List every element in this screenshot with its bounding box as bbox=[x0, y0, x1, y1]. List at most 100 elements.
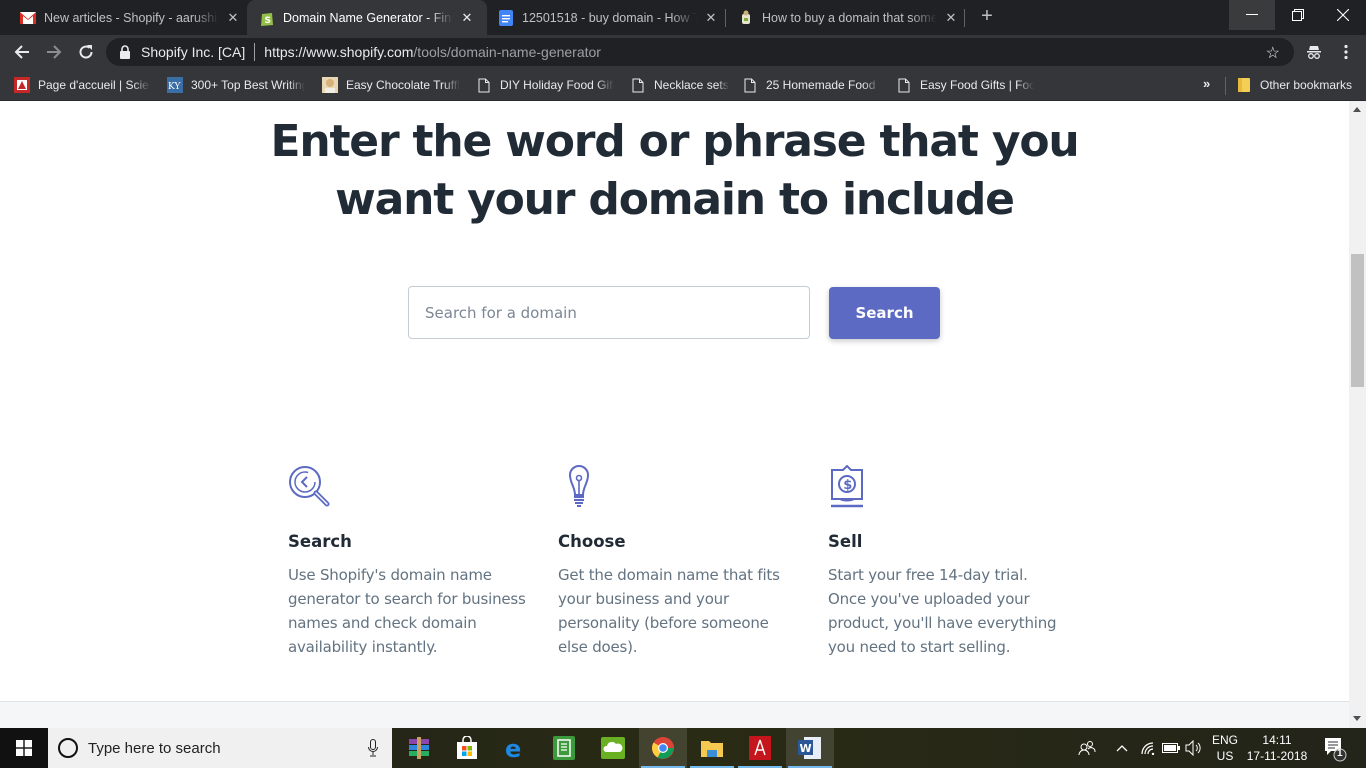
headline-line-1: Enter the word or phrase that you bbox=[270, 116, 1079, 167]
search-button[interactable]: Search bbox=[829, 287, 940, 339]
close-tab-icon[interactable]: ✕ bbox=[703, 10, 719, 26]
url-path: /tools/domain-name-generator bbox=[413, 44, 601, 60]
bookmark-item[interactable]: Easy Food Gifts | Food bbox=[896, 76, 1034, 94]
ky-icon: KY bbox=[167, 77, 183, 93]
svg-text:W: W bbox=[800, 742, 812, 755]
address-bar[interactable]: Shopify Inc. [CA] https://www.shopify.co… bbox=[106, 38, 1294, 66]
taskbar-chrome[interactable] bbox=[639, 728, 687, 768]
headline-line-2: want your domain to include bbox=[335, 174, 1015, 225]
menu-button[interactable] bbox=[1333, 39, 1359, 65]
bookmark-item[interactable]: Necklace sets bbox=[630, 76, 729, 94]
site-identity[interactable]: Shopify Inc. [CA] bbox=[141, 44, 245, 60]
scroll-up-arrow-icon[interactable] bbox=[1353, 107, 1361, 112]
battery-button[interactable] bbox=[1160, 728, 1182, 768]
taskbar-word[interactable]: W bbox=[786, 728, 834, 768]
minimize-icon bbox=[1246, 14, 1258, 15]
page-scrollbar[interactable] bbox=[1349, 101, 1366, 728]
next-section-band bbox=[0, 701, 1349, 728]
minimize-button[interactable] bbox=[1229, 0, 1275, 30]
tab-separator bbox=[725, 9, 726, 27]
bookmark-item[interactable]: DIY Holiday Food Gift bbox=[476, 76, 614, 94]
feature-search: Search Use Shopify's domain name generat… bbox=[288, 465, 528, 659]
feature-title: Search bbox=[288, 532, 352, 551]
bookmark-star-icon[interactable]: ☆ bbox=[1266, 43, 1280, 63]
domain-search-input[interactable] bbox=[408, 286, 810, 339]
clock-time: 14:11 bbox=[1262, 733, 1292, 747]
tab-how-to-buy-domain[interactable]: How to buy a domain that someone ✕ bbox=[728, 0, 968, 35]
folder-icon bbox=[1236, 77, 1252, 93]
network-button[interactable] bbox=[1138, 728, 1158, 768]
taskbar-microsoft-store[interactable] bbox=[443, 728, 491, 768]
page-icon bbox=[742, 77, 758, 93]
tab-title: New articles - Shopify - aarushi.w bbox=[44, 10, 219, 25]
volume-button[interactable] bbox=[1183, 728, 1205, 768]
close-icon bbox=[1337, 9, 1349, 21]
page-icon bbox=[476, 77, 492, 93]
close-tab-icon[interactable]: ✕ bbox=[943, 10, 959, 26]
bookmark-item[interactable]: KY 300+ Top Best Writing bbox=[167, 76, 305, 94]
tab-gmail[interactable]: New articles - Shopify - aarushi.w ✕ bbox=[0, 0, 246, 35]
bookmarks-overflow-button[interactable]: » bbox=[1203, 76, 1210, 91]
close-tab-icon[interactable]: ✕ bbox=[225, 10, 241, 26]
scroll-thumb[interactable] bbox=[1351, 254, 1364, 387]
chrome-icon bbox=[652, 737, 674, 759]
start-button[interactable] bbox=[0, 728, 48, 768]
people-button[interactable] bbox=[1075, 728, 1099, 768]
language-indicator[interactable]: ENG US bbox=[1210, 732, 1240, 764]
taskbar-search-box[interactable]: Type here to search bbox=[48, 728, 392, 768]
dollar-sign-icon: $ bbox=[831, 464, 863, 508]
close-tab-icon[interactable]: ✕ bbox=[459, 10, 475, 26]
magnifier-icon bbox=[289, 466, 330, 507]
restore-button[interactable] bbox=[1275, 0, 1321, 30]
bookmark-item[interactable]: 25 Homemade Food bbox=[742, 76, 880, 94]
taskbar-file-explorer[interactable] bbox=[688, 728, 736, 768]
microsoft-store-icon bbox=[457, 736, 477, 759]
shopify-icon: S bbox=[259, 10, 275, 26]
reload-button[interactable] bbox=[73, 39, 99, 65]
forward-button[interactable] bbox=[41, 39, 67, 65]
back-button[interactable] bbox=[9, 39, 35, 65]
action-center-button[interactable]: 1 bbox=[1318, 736, 1348, 762]
show-hidden-icons-button[interactable] bbox=[1112, 728, 1132, 768]
svg-text:e: e bbox=[505, 737, 521, 759]
incognito-button[interactable] bbox=[1301, 39, 1327, 65]
lock-icon bbox=[120, 45, 130, 59]
speaker-icon bbox=[1185, 740, 1201, 756]
bookmark-item[interactable]: Easy Chocolate Truffle bbox=[322, 76, 460, 94]
taskbar-acrobat[interactable] bbox=[736, 728, 784, 768]
cortana-icon bbox=[58, 738, 78, 758]
arrow-left-icon bbox=[14, 45, 29, 59]
feature-choose: Choose Get the domain name that fits you… bbox=[558, 465, 798, 659]
restore-icon bbox=[1292, 9, 1304, 21]
microphone-icon[interactable] bbox=[368, 739, 378, 757]
taskbar-edge[interactable]: e bbox=[491, 728, 539, 768]
page-icon bbox=[896, 77, 912, 93]
taskbar-notes-app[interactable] bbox=[540, 728, 588, 768]
windows-logo-icon bbox=[16, 740, 32, 756]
feature-sell: $ Sell Start your free 14-day trial. Onc… bbox=[828, 464, 1068, 659]
new-tab-button[interactable]: + bbox=[976, 6, 998, 28]
bookmarks-separator bbox=[1225, 77, 1226, 95]
tab-google-docs[interactable]: 12501518 - buy domain - How To ✕ bbox=[488, 0, 728, 35]
tab-strip: New articles - Shopify - aarushi.w ✕ S D… bbox=[0, 0, 1366, 35]
other-bookmarks[interactable]: Other bookmarks bbox=[1236, 76, 1352, 94]
taskbar-cloud-app[interactable] bbox=[589, 728, 637, 768]
clock[interactable]: 14:11 17-11-2018 bbox=[1244, 732, 1310, 764]
clock-date: 17-11-2018 bbox=[1246, 749, 1308, 763]
people-icon bbox=[1078, 741, 1096, 756]
feature-description: Start your free 14-day trial. Once you'v… bbox=[828, 566, 1057, 656]
kebab-menu-icon bbox=[1344, 44, 1348, 60]
feature-description: Get the domain name that fits your busin… bbox=[558, 566, 780, 656]
notification-icon bbox=[1325, 738, 1347, 762]
taskbar-winrar[interactable] bbox=[395, 728, 443, 768]
close-window-button[interactable] bbox=[1320, 0, 1366, 30]
svg-text:$: $ bbox=[843, 478, 852, 493]
svg-text:S: S bbox=[265, 16, 271, 26]
windows-taskbar: Type here to search e W ENG US 14:11 17-… bbox=[0, 728, 1366, 768]
tab-domain-name-generator[interactable]: S Domain Name Generator - Find C ✕ bbox=[247, 0, 487, 35]
browser-toolbar: Shopify Inc. [CA] https://www.shopify.co… bbox=[0, 35, 1366, 69]
scroll-down-arrow-icon[interactable] bbox=[1353, 716, 1361, 721]
bookmark-item[interactable]: Page d'accueil | Scien bbox=[14, 76, 150, 94]
url-host: https://www.shopify.com bbox=[264, 44, 414, 60]
feature-title: Choose bbox=[558, 532, 626, 551]
